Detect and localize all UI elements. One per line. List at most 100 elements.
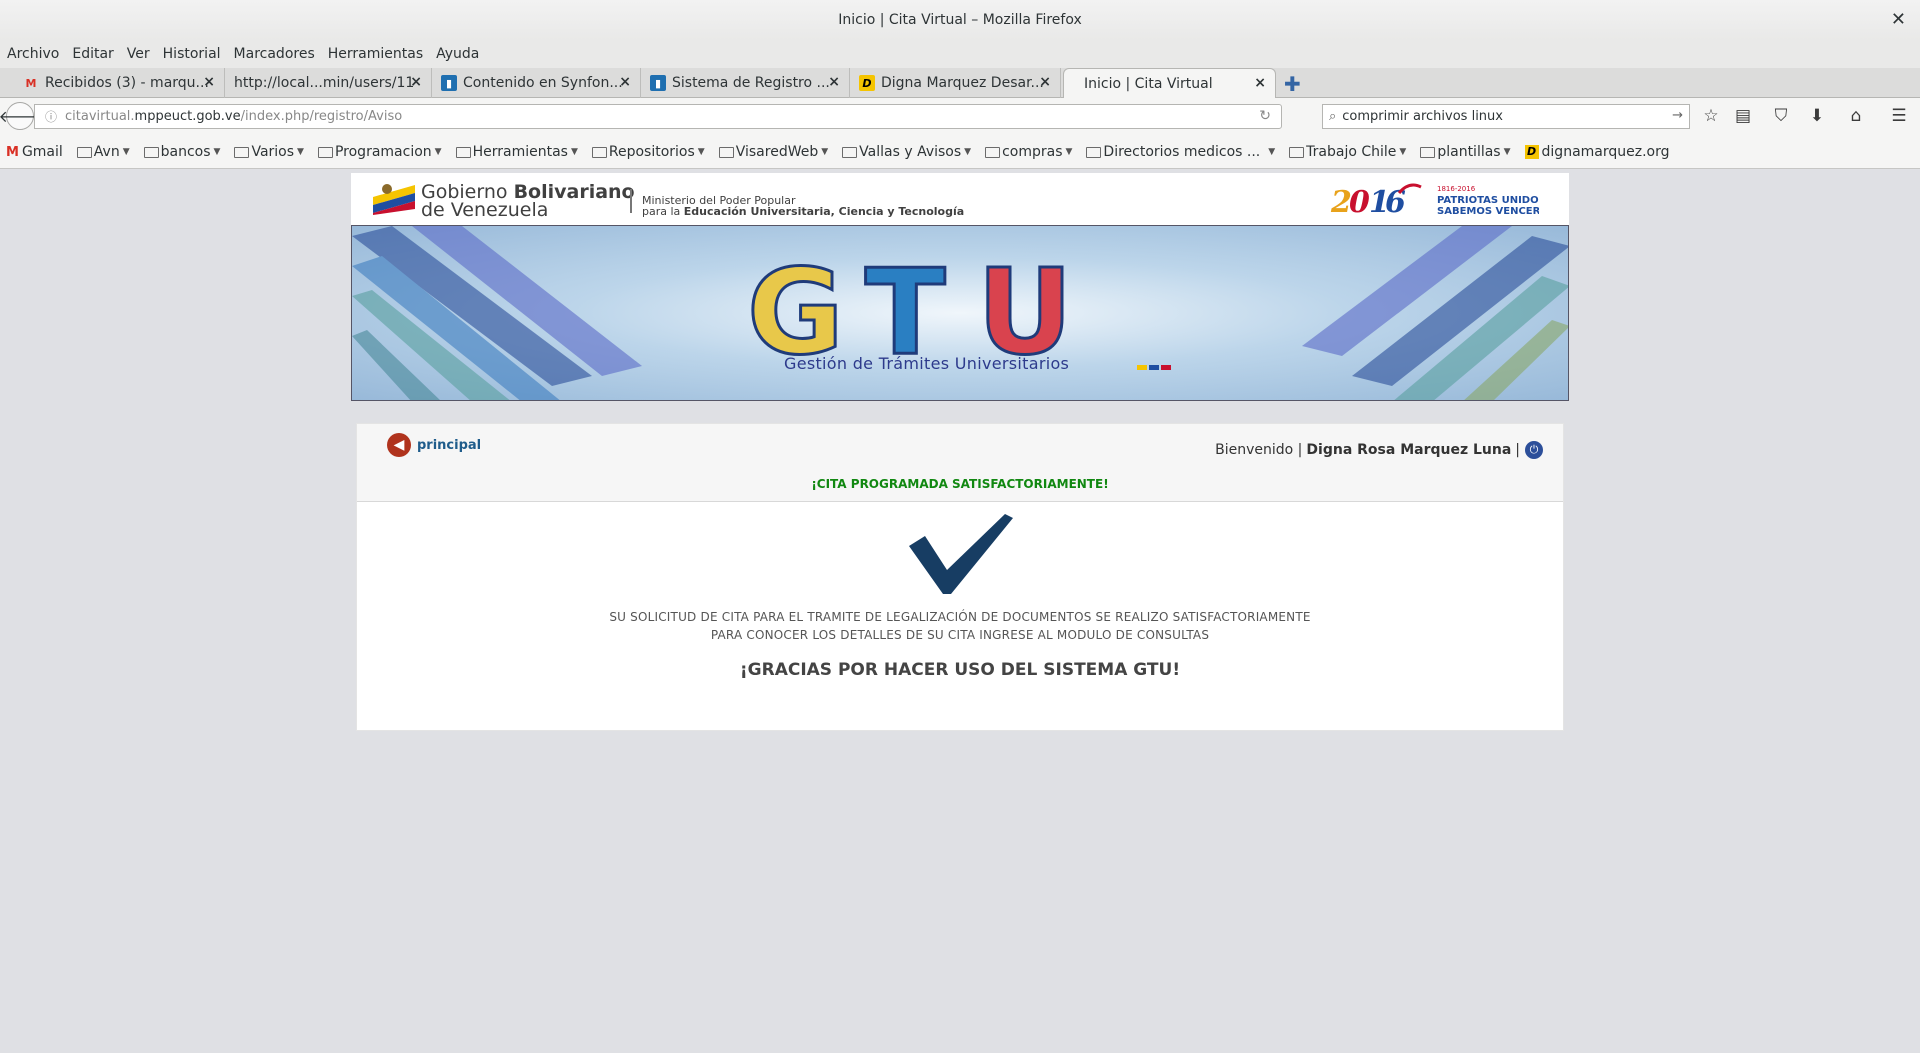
welcome-separator: |: [1515, 442, 1520, 458]
bookmark-folder-compras[interactable]: compras ▼: [985, 144, 1072, 160]
banner-graphic: G T U: [352, 226, 1568, 400]
tab-close-icon[interactable]: ×: [828, 74, 840, 90]
bookmark-star-icon[interactable]: ☆: [1700, 106, 1722, 126]
gov-name-line2: de Venezuela: [421, 199, 549, 221]
bookmark-folder-herramientas[interactable]: Herramientas ▼: [455, 144, 578, 160]
bookmark-label: plantillas: [1437, 144, 1501, 160]
menu-editar[interactable]: Editar: [72, 46, 113, 62]
hamburger-menu-icon[interactable]: ☰: [1888, 106, 1910, 126]
tab-close-icon[interactable]: ×: [1039, 74, 1051, 90]
menu-ver[interactable]: Ver: [127, 46, 150, 62]
gmail-icon: M: [6, 144, 19, 160]
bookmark-label: Varios: [251, 144, 295, 160]
bookmark-folder-repositorios[interactable]: Repositorios ▼: [591, 144, 705, 160]
bookmark-folder-plantillas[interactable]: plantillas ▼: [1420, 144, 1511, 160]
menu-herramientas[interactable]: Herramientas: [328, 46, 423, 62]
menu-historial[interactable]: Historial: [163, 46, 221, 62]
ministry-line2-prefix: para la: [642, 205, 684, 218]
tab-label: Contenido en Synfon...: [463, 75, 623, 91]
url-domain: mppeuct.gob.ve: [134, 109, 241, 124]
folder-icon: [1420, 146, 1436, 158]
tab-close-icon[interactable]: ×: [619, 74, 631, 90]
new-tab-icon[interactable]: ✚: [1284, 72, 1301, 96]
chevron-down-icon: ▼: [570, 147, 578, 157]
search-input[interactable]: comprimir archivos linux: [1342, 109, 1503, 124]
url-prefix: citavirtual.: [65, 109, 135, 124]
search-icon: ⌕: [1329, 109, 1337, 124]
bookmark-label: Directorios medicos ...: [1103, 144, 1261, 160]
coat-of-arms-flag-icon: [373, 184, 415, 215]
menu-ayuda[interactable]: Ayuda: [436, 46, 479, 62]
bicentenario-line2: SABEMOS VENCER: [1437, 206, 1539, 217]
bookmark-label: Herramientas: [472, 144, 568, 160]
bookmark-folder-programacion[interactable]: Programacion ▼: [317, 144, 442, 160]
principal-link-label: principal: [417, 437, 482, 453]
window-close-icon[interactable]: ✕: [1891, 9, 1906, 30]
tab-close-icon[interactable]: ×: [203, 74, 215, 90]
gtu-banner: G T U Gestión de Trámites Universitarios: [351, 225, 1569, 401]
window-title: Inicio | Cita Virtual – Mozilla Firefox: [838, 12, 1082, 28]
pocket-icon[interactable]: ⛉: [1770, 106, 1792, 126]
tab-synfony[interactable]: ▮ Contenido en Synfon... ×: [433, 68, 641, 98]
menu-marcadores[interactable]: Marcadores: [234, 46, 315, 62]
folder-icon: [842, 146, 858, 158]
user-name: Digna Rosa Marquez Luna: [1306, 442, 1512, 458]
welcome-bar: Bienvenido | Digna Rosa Marquez Luna | ⏻: [1215, 441, 1543, 459]
bookmark-label: Gmail: [21, 144, 63, 160]
tab-sistema-registro[interactable]: ▮ Sistema de Registro ... ×: [642, 68, 850, 98]
tab-label: Inicio | Cita Virtual: [1084, 76, 1213, 92]
menu-archivo[interactable]: Archivo: [7, 46, 59, 62]
chevron-down-icon: ▼: [1399, 147, 1407, 157]
tab-digna-marquez[interactable]: D Digna Marquez Desar... ×: [851, 68, 1061, 98]
government-header: Gobierno Bolivariano de Venezuela Minist…: [351, 173, 1569, 225]
page-viewport: Gobierno Bolivariano de Venezuela Minist…: [0, 170, 1920, 1053]
chevron-down-icon: ▼: [964, 147, 972, 157]
tab-cita-virtual[interactable]: Inicio | Cita Virtual ×: [1063, 68, 1276, 99]
bicentenario-logo: 2 0 1 6 1816-2016 PATRIOTAS UNIDOS SABEM…: [1330, 183, 1539, 219]
bookmark-label: VisaredWeb: [735, 144, 819, 160]
info-icon[interactable]: ⓘ: [45, 108, 57, 125]
gmail-icon: M: [25, 76, 37, 90]
tab-close-icon[interactable]: ×: [410, 74, 422, 90]
folder-icon: [76, 146, 92, 158]
logout-power-icon[interactable]: ⏻: [1525, 441, 1543, 459]
confirmation-card: ◀ principal Bienvenido | Digna Rosa Marq…: [356, 423, 1564, 731]
d-logo-icon: D: [1524, 145, 1539, 159]
tab-localhost[interactable]: http://local...min/users/11 ×: [226, 68, 432, 98]
back-arrow-icon[interactable]: 🡐: [0, 102, 41, 130]
bookmark-label: Programacion: [334, 144, 432, 160]
bookmark-folder-trabajo-chile[interactable]: Trabajo Chile ▼: [1289, 144, 1406, 160]
trello-icon: ▮: [441, 75, 457, 91]
chevron-down-icon: ▼: [1268, 147, 1276, 157]
ministry-line2-bold: Educación Universitaria, Ciencia y Tecno…: [683, 205, 965, 218]
folder-icon: [143, 146, 159, 158]
download-icon[interactable]: ⬇: [1806, 106, 1828, 126]
home-icon[interactable]: ⌂: [1845, 106, 1867, 126]
reading-list-icon[interactable]: ▤: [1732, 106, 1754, 126]
chevron-down-icon: ▼: [213, 147, 221, 157]
checkmark-icon: [909, 514, 1013, 594]
window-titlebar: Inicio | Cita Virtual – Mozilla Firefox …: [0, 0, 1920, 40]
bicentenario-line1: PATRIOTAS UNIDOS: [1437, 195, 1539, 206]
search-bar[interactable]: ⌕ comprimir archivos linux →: [1322, 104, 1690, 129]
bookmark-folder-avn[interactable]: Avn ▼: [76, 144, 130, 160]
url-bar[interactable]: ⓘ citavirtual. mppeuct.gob.ve/index.php/r…: [34, 104, 1282, 129]
reload-icon[interactable]: ↻: [1259, 108, 1271, 124]
bookmark-label: compras: [1002, 144, 1063, 160]
search-go-icon[interactable]: →: [1672, 108, 1683, 123]
principal-back-link[interactable]: ◀ principal: [387, 433, 481, 457]
bookmark-folder-varios[interactable]: Varios ▼: [234, 144, 304, 160]
bookmark-folder-vallas[interactable]: Vallas y Avisos ▼: [842, 144, 971, 160]
folder-icon: [591, 146, 607, 158]
tab-gmail[interactable]: M Recibidos (3) - marqu... ×: [15, 68, 225, 98]
chevron-down-icon: ▼: [1065, 147, 1073, 157]
tab-label: Sistema de Registro ...: [672, 75, 830, 91]
chevron-down-icon: ▼: [122, 147, 130, 157]
gov-name: Gobierno Bolivariano de Venezuela: [421, 183, 635, 221]
bookmark-folder-bancos[interactable]: bancos ▼: [143, 144, 221, 160]
bookmark-folder-directorios[interactable]: Directorios medicos ... ▼: [1086, 144, 1275, 160]
bookmark-dignamarquez[interactable]: Ddignamarquez.org: [1524, 144, 1670, 160]
bookmark-gmail[interactable]: M Gmail: [6, 144, 63, 160]
tab-close-icon[interactable]: ×: [1254, 75, 1266, 91]
bookmark-folder-visaredweb[interactable]: VisaredWeb ▼: [718, 144, 828, 160]
